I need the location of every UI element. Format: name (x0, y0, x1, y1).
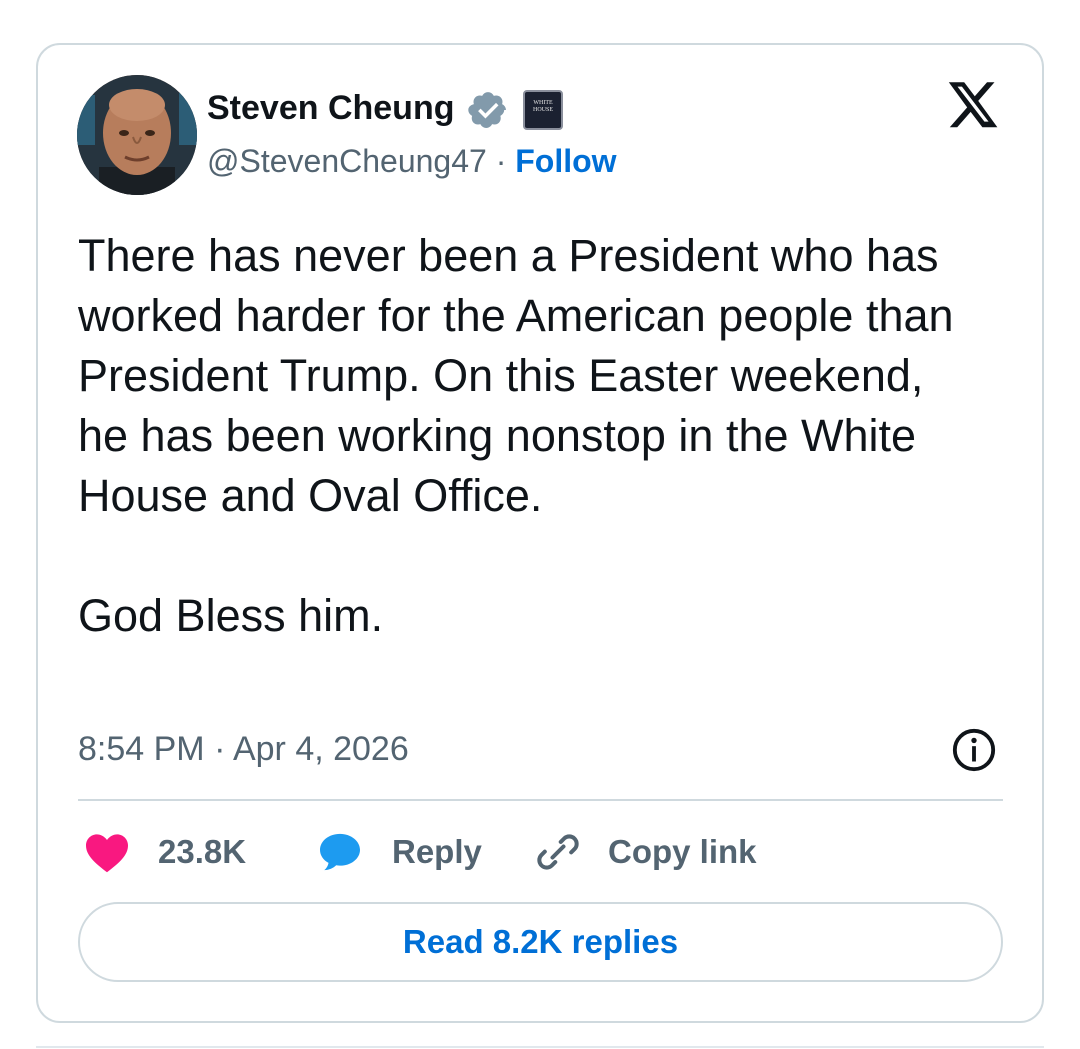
separator-dot: · (495, 143, 507, 179)
x-logo-icon[interactable] (946, 82, 1000, 132)
reply-button[interactable]: Reply (318, 826, 482, 878)
link-icon (537, 834, 579, 870)
heart-icon (86, 834, 128, 873)
info-icon[interactable] (951, 727, 997, 773)
author-handle[interactable]: @StevenCheung47 (207, 143, 487, 179)
like-button[interactable]: 23.8K (84, 826, 246, 878)
verified-badge-icon (468, 92, 506, 128)
author-name[interactable]: Steven Cheung (207, 88, 454, 128)
author-handle-line: @StevenCheung47 · Follow (207, 141, 617, 181)
like-count: 23.8K (158, 833, 247, 870)
tweet-text: There has never been a President who has… (78, 230, 954, 641)
copy-link-label: Copy link (608, 833, 757, 870)
white-house-affiliation-icon[interactable]: WHITE HOUSE (523, 90, 563, 130)
follow-link[interactable]: Follow (515, 143, 616, 179)
read-replies-label: Read 8.2K replies (402, 923, 679, 960)
tweet-timestamp[interactable]: 8:54 PM · Apr 4, 2026 (78, 728, 409, 770)
speech-bubble-icon (320, 833, 360, 871)
author-avatar[interactable] (77, 75, 197, 195)
affiliation-badge-text: WHITE HOUSE (532, 100, 553, 113)
copy-link-button[interactable]: Copy link (536, 826, 757, 878)
reply-label: Reply (392, 833, 482, 870)
read-replies-button[interactable]: Read 8.2K replies (78, 902, 1003, 982)
bottom-divider (36, 1046, 1044, 1048)
tweet-divider (78, 799, 1003, 801)
